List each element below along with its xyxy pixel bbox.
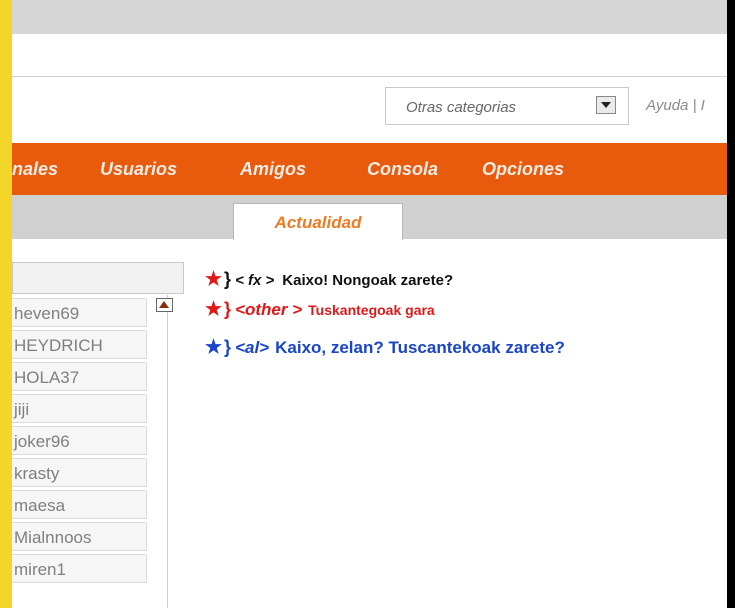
star-icon: ★ [205, 337, 223, 358]
message-text: Kaixo! Nongoak zarete? [282, 272, 454, 289]
top-band [12, 0, 727, 34]
category-dropdown-value: Otras categorias [406, 99, 517, 116]
user-list-item[interactable]: miren1 [12, 554, 147, 583]
message-nick[interactable]: < fx > [235, 272, 274, 289]
user-list-item[interactable]: heven69 [12, 298, 147, 327]
chat-message: ★} < fx > Kaixo! Nongoak zarete? [205, 268, 453, 291]
nav-item-canales[interactable]: nales [12, 159, 58, 180]
message-brace: } [224, 337, 232, 357]
user-list-item[interactable]: HOLA37 [12, 362, 147, 391]
user-list-item[interactable]: HEYDRICH [12, 330, 147, 359]
star-icon: ★ [205, 269, 223, 290]
user-list-scrollbar[interactable] [153, 295, 168, 608]
star-icon: ★ [205, 299, 223, 320]
user-list-item[interactable]: Mialnnoos [12, 522, 147, 551]
message-text: Kaixo, zelan? Tuscantekoak zarete? [275, 338, 565, 357]
message-brace: } [224, 299, 232, 319]
nav-item-amigos[interactable]: Amigos [240, 159, 306, 180]
header-divider [12, 76, 727, 77]
tab-actualidad-label: Actualidad [274, 213, 362, 232]
chat-message: ★} <other > Tuskantegoak gara [205, 298, 435, 321]
category-dropdown[interactable]: Otras categorias [385, 87, 629, 125]
tab-actualidad[interactable]: Actualidad [233, 203, 403, 240]
user-list-item[interactable]: jiji [12, 394, 147, 423]
scroll-up-icon[interactable] [156, 298, 173, 312]
left-edge-strip [0, 0, 12, 608]
message-text: Tuskantegoak gara [308, 302, 435, 318]
user-list: heven69 HEYDRICH HOLA37 jiji joker96 kra… [12, 298, 147, 586]
message-nick[interactable]: <other > [235, 300, 302, 319]
user-list-item[interactable]: joker96 [12, 426, 147, 455]
chat-message: ★} <al> Kaixo, zelan? Tuscantekoak zarete? [205, 336, 565, 359]
message-nick[interactable]: <al> [235, 338, 269, 357]
main-nav: nales Usuarios Amigos Consola Opciones [12, 143, 727, 195]
message-brace: } [224, 269, 232, 289]
user-list-header [12, 262, 184, 294]
nav-item-consola[interactable]: Consola [367, 159, 438, 180]
user-list-item[interactable]: maesa [12, 490, 147, 519]
help-link[interactable]: Ayuda | I [646, 97, 705, 114]
nav-item-usuarios[interactable]: Usuarios [100, 159, 177, 180]
chevron-down-icon[interactable] [596, 96, 616, 114]
user-list-item[interactable]: krasty [12, 458, 147, 487]
nav-item-opciones[interactable]: Opciones [482, 159, 564, 180]
right-edge-border [727, 0, 735, 608]
